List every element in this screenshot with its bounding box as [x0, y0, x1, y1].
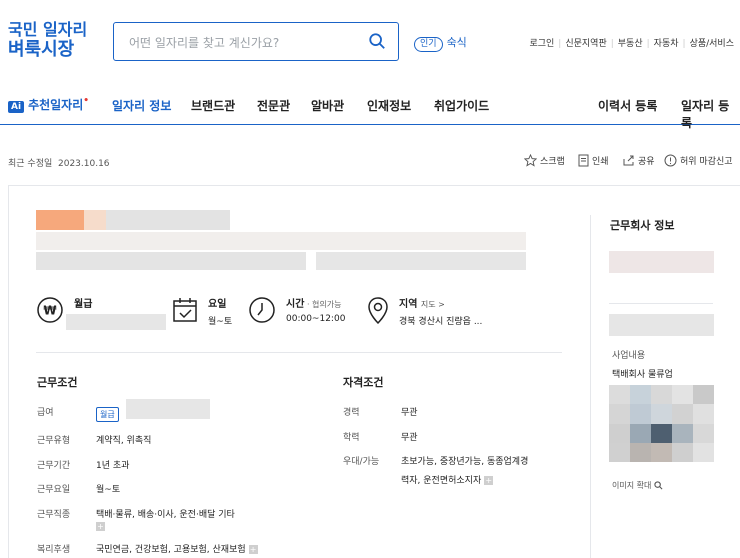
nav-ai-recommend[interactable]: Ai 추천일자리• — [8, 96, 89, 113]
header: 국민 일자리 벼룩시장 어떤 일자리를 찾고 계신가요? 인기 숙식 로그인 | 신문… — [0, 0, 740, 82]
clock-icon — [249, 297, 275, 323]
util-newspaper[interactable]: 신문지역판 — [565, 39, 606, 49]
nav-item-guide[interactable]: 취업가이드 — [434, 97, 489, 114]
expand-welfare-icon[interactable]: + — [248, 545, 258, 554]
star-icon — [524, 154, 537, 167]
nav-item-parttime[interactable]: 알바관 — [311, 97, 344, 114]
new-dot-icon: • — [83, 96, 90, 106]
search-input[interactable]: 어떤 일자리를 찾고 계신가요? — [129, 34, 279, 51]
company-image[interactable] — [609, 385, 714, 462]
company-name-blurred — [609, 251, 714, 273]
company-divider — [609, 303, 713, 304]
modified-date: 최근 수정일 2023.10.16 — [8, 159, 110, 169]
sub-bar: 최근 수정일 2023.10.16 스크랩 인쇄 공유 허위 마감신고 — [0, 150, 740, 174]
util-links: 로그인 | 신문지역판 | 부동산 | 자동차 | 상품/서비스 — [529, 39, 734, 49]
util-goods[interactable]: 상품/서비스 — [690, 39, 734, 49]
search-icon[interactable] — [368, 32, 386, 50]
main-nav: Ai 추천일자리• 일자리 정보 브랜드관 전문관 알바관 인재정보 취업가이드 … — [0, 82, 740, 130]
section-divider — [36, 352, 562, 353]
salary-value-blurred — [126, 399, 210, 419]
nav-job-register[interactable]: 일자리 등록 — [681, 97, 740, 131]
scrap-button[interactable]: 스크랩 — [524, 154, 565, 167]
util-car[interactable]: 자동차 — [654, 39, 679, 49]
popular-keyword-text[interactable]: 숙식 — [447, 36, 467, 49]
column-divider — [590, 215, 591, 558]
company-title: 근무회사 정보 — [610, 219, 675, 232]
map-link[interactable]: 지도 > — [421, 300, 445, 309]
won-icon: ₩ — [37, 297, 63, 323]
nav-item-talent[interactable]: 인재정보 — [367, 97, 411, 114]
qualifications-title: 자격조건 — [343, 376, 384, 389]
calendar-icon — [173, 298, 197, 322]
report-button[interactable]: 허위 마감신고 — [664, 154, 733, 167]
alert-icon — [664, 154, 677, 167]
print-button[interactable]: 인쇄 — [578, 154, 609, 167]
salary-tag: 월급 — [96, 402, 119, 422]
site-logo[interactable]: 국민 일자리 벼룩시장 — [8, 20, 87, 60]
util-realestate[interactable]: 부동산 — [618, 39, 643, 49]
print-icon — [578, 154, 589, 167]
util-login[interactable]: 로그인 — [529, 39, 554, 49]
svg-text:₩: ₩ — [43, 304, 57, 318]
popular-keyword[interactable]: 인기 숙식 — [414, 34, 467, 52]
search-box[interactable]: 어떤 일자리를 찾고 계신가요? — [113, 22, 399, 61]
nav-resume-register[interactable]: 이력서 등록 — [598, 97, 657, 114]
ai-badge: Ai — [8, 101, 25, 113]
share-button[interactable]: 공유 — [622, 154, 655, 167]
nav-item-jobs[interactable]: 일자리 정보 — [112, 97, 171, 114]
magnifier-icon — [654, 481, 663, 490]
company-info-blurred — [609, 314, 714, 336]
image-zoom-button[interactable]: 이미지 확대 — [612, 480, 663, 491]
share-icon — [623, 155, 634, 166]
nav-item-brand[interactable]: 브랜드관 — [191, 97, 235, 114]
expand-pref-icon[interactable]: + — [484, 476, 494, 485]
popular-badge: 인기 — [414, 37, 443, 52]
conditions-title: 근무조건 — [37, 376, 78, 389]
expand-job-icon[interactable]: + — [96, 522, 105, 531]
nav-item-expert[interactable]: 전문관 — [257, 97, 290, 114]
location-pin-icon — [368, 297, 388, 325]
